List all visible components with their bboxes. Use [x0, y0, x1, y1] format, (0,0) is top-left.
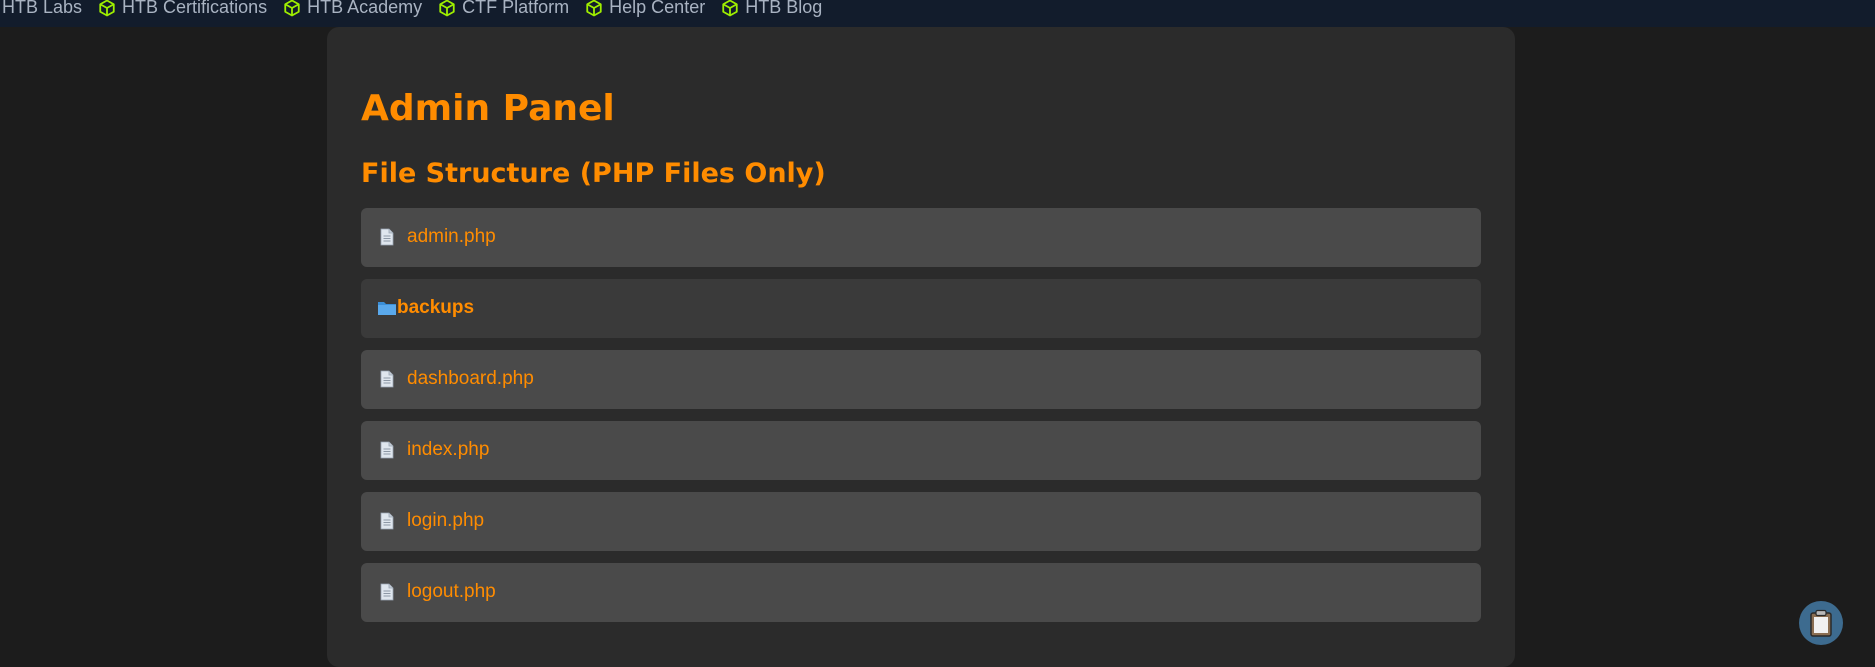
- document-icon: [380, 370, 394, 388]
- bookmark-ctf-platform[interactable]: CTF Platform: [438, 0, 569, 18]
- bookmark-label: Help Center: [609, 0, 706, 17]
- bookmark-help-center[interactable]: Help Center: [585, 0, 705, 18]
- bookmark-htb-academy[interactable]: HTB Academy: [283, 0, 422, 18]
- document-icon: [380, 228, 394, 246]
- file-link-dashboard[interactable]: dashboard.php: [407, 368, 534, 390]
- bookmark-label: HTB Labs: [2, 0, 83, 17]
- file-item-index: index.php: [361, 420, 1481, 480]
- file-item-logout: logout.php: [361, 562, 1481, 622]
- file-link-index[interactable]: index.php: [407, 439, 489, 461]
- bookmark-htb-certifications[interactable]: HTB Certifications: [98, 0, 267, 18]
- file-link-logout[interactable]: logout.php: [407, 581, 496, 603]
- htb-cube-icon: [586, 0, 602, 16]
- clipboard-button[interactable]: [1799, 601, 1843, 645]
- clipboard-icon: [1810, 609, 1832, 637]
- bookmark-htb-labs[interactable]: HTB Labs: [2, 0, 82, 18]
- page-title: Admin Panel: [361, 88, 615, 129]
- bookmark-label: HTB Academy: [307, 0, 423, 17]
- file-link-login[interactable]: login.php: [407, 510, 484, 532]
- folder-item-backups[interactable]: backups: [361, 278, 1481, 338]
- file-item-admin: admin.php: [361, 207, 1481, 267]
- document-icon: [380, 441, 394, 459]
- folder-icon: [378, 302, 396, 316]
- htb-cube-icon: [99, 0, 115, 16]
- file-item-login: login.php: [361, 491, 1481, 551]
- folder-label-backups: backups: [397, 297, 475, 319]
- admin-panel-container: Admin Panel File Structure (PHP Files On…: [327, 27, 1515, 667]
- document-icon: [380, 583, 394, 601]
- htb-cube-icon: [284, 0, 300, 16]
- bookmarks-bar: HTB Labs HTB Certifications HTB Academy …: [0, 0, 1875, 27]
- bookmark-label: HTB Certifications: [122, 0, 268, 17]
- file-item-dashboard: dashboard.php: [361, 349, 1481, 409]
- bookmark-htb-blog[interactable]: HTB Blog: [721, 0, 822, 18]
- htb-cube-icon: [722, 0, 738, 16]
- bookmark-label: CTF Platform: [462, 0, 570, 17]
- section-title: File Structure (PHP Files Only): [361, 158, 826, 190]
- htb-cube-icon: [439, 0, 455, 16]
- file-list: admin.php backups dashboard.php index.ph…: [361, 207, 1481, 622]
- file-link-admin[interactable]: admin.php: [407, 226, 496, 248]
- bookmark-label: HTB Blog: [745, 0, 823, 17]
- document-icon: [380, 512, 394, 530]
